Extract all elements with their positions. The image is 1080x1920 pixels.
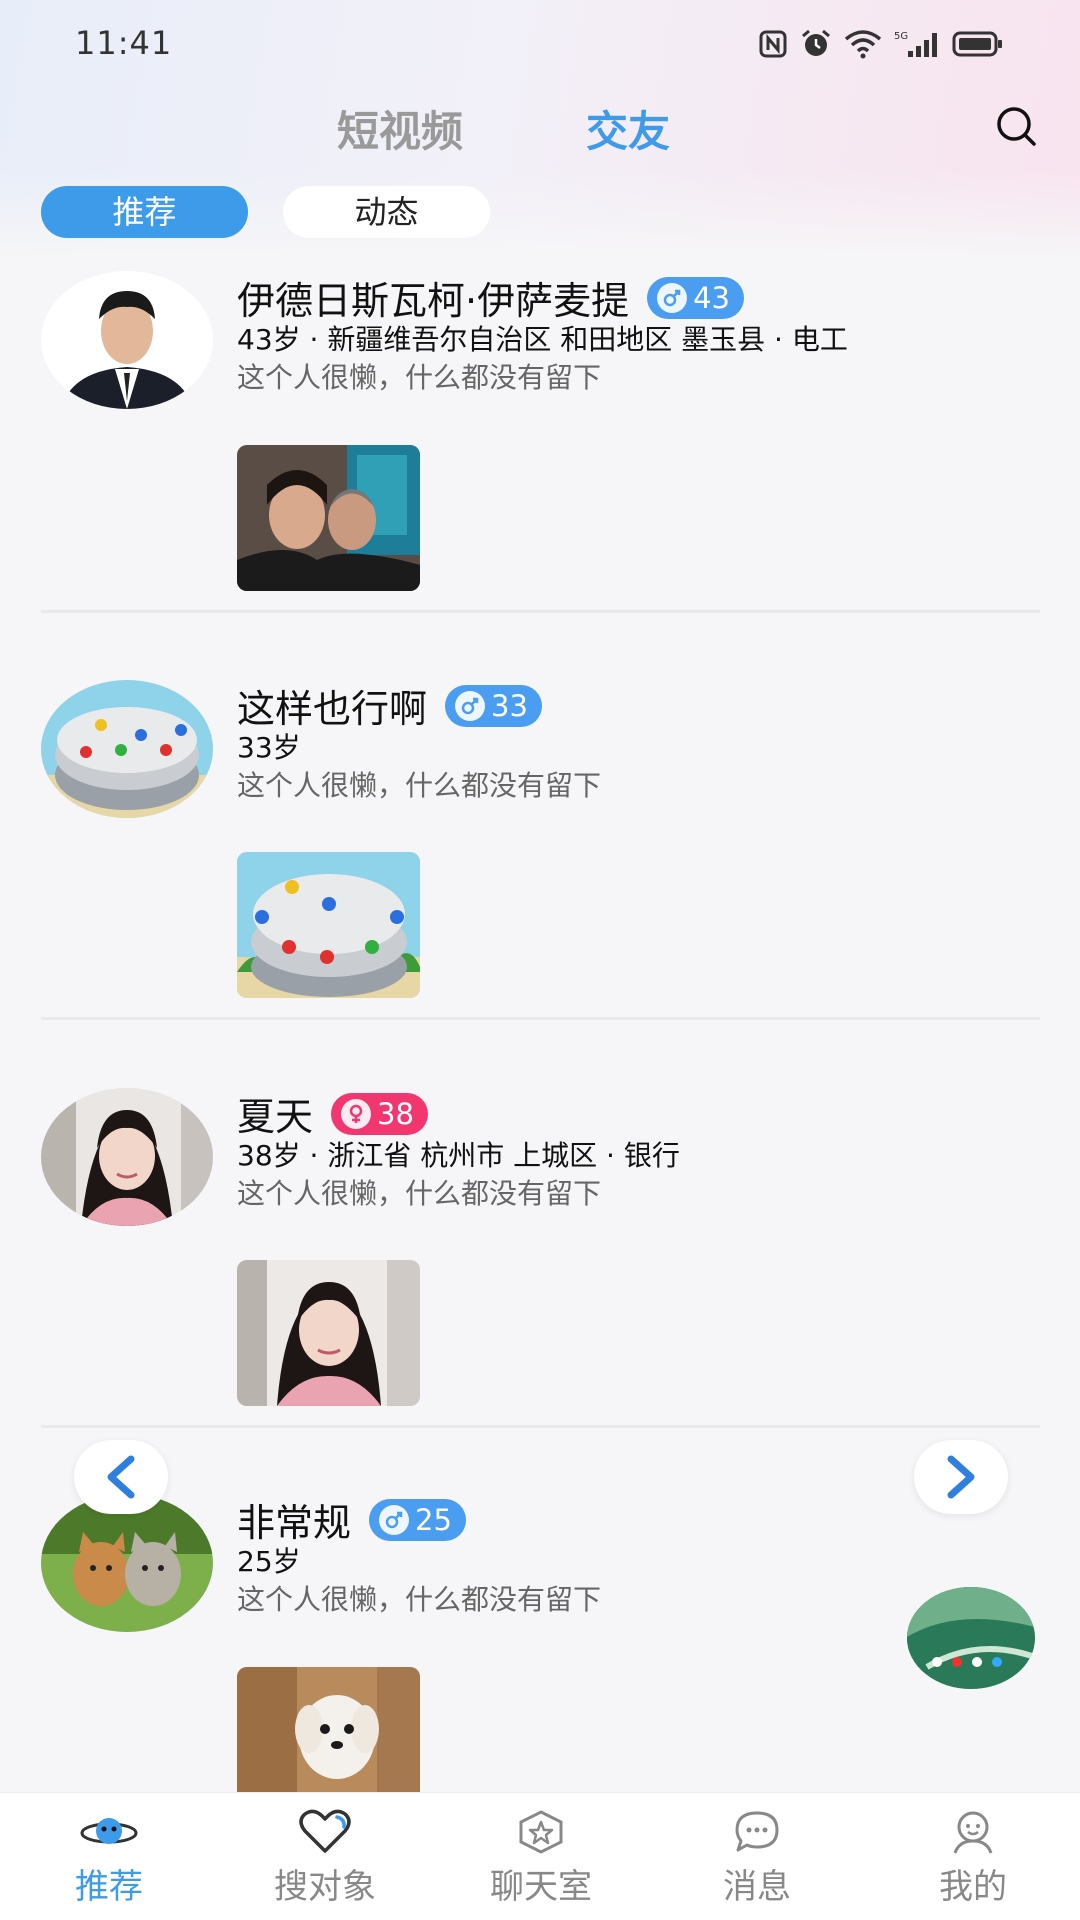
subtab-moments[interactable]: 动态 <box>283 186 490 238</box>
search-button[interactable] <box>992 102 1042 152</box>
nav-label: 我的 <box>939 1867 1007 1907</box>
nav-label: 消息 <box>723 1867 791 1907</box>
nav-search-partner[interactable]: 搜对象 <box>240 1793 410 1920</box>
heart-icon <box>299 1809 351 1853</box>
user-meta: 38岁 · 浙江省 杭州市 上城区 · 银行 <box>237 1139 680 1172</box>
gender-age-badge: 25 <box>369 1498 466 1541</box>
user-name: 伊德日斯瓦柯·伊萨麦提 <box>237 279 630 323</box>
gender-age-badge: 33 <box>445 684 542 727</box>
status-bar: 11:41 5G <box>0 0 1080 90</box>
star-badge-icon <box>519 1810 563 1854</box>
name-row: 非常规 25 <box>237 1492 466 1547</box>
nav-label: 推荐 <box>75 1867 143 1907</box>
user-name: 这样也行啊 <box>237 687 428 731</box>
nav-recommend[interactable]: 推荐 <box>24 1793 194 1920</box>
person-icon <box>953 1811 993 1854</box>
nav-chat-room[interactable]: 聊天室 <box>456 1793 626 1920</box>
bottom-navigation: 推荐 搜对象 聊天室 消息 我的 <box>0 1793 1080 1920</box>
planet-icon <box>80 1818 138 1844</box>
divider <box>41 610 1040 613</box>
divider <box>41 1017 1040 1020</box>
status-time: 11:41 <box>75 24 173 62</box>
user-bio: 这个人很懒，什么都没有留下 <box>237 1177 602 1210</box>
user-meta: 43岁 · 新疆维吾尔自治区 和田地区 墨玉县 · 电工 <box>237 323 848 356</box>
male-icon <box>657 282 688 313</box>
user-meta: 25岁 <box>237 1545 301 1578</box>
network-type-label: 5G <box>894 31 908 42</box>
name-row: 伊德日斯瓦柯·伊萨麦提 43 <box>237 270 744 325</box>
name-row: 这样也行啊 33 <box>237 678 542 733</box>
post-photo[interactable] <box>237 1667 420 1793</box>
nav-label: 聊天室 <box>490 1867 592 1907</box>
top-tab-bar: 短视频 交友 <box>0 90 1080 180</box>
nfc-icon <box>759 30 787 58</box>
chat-bubble-icon <box>735 1811 779 1852</box>
user-bio: 这个人很懒，什么都没有留下 <box>237 769 602 802</box>
subtab-recommend[interactable]: 推荐 <box>41 186 248 238</box>
name-row: 夏天 38 <box>237 1086 428 1141</box>
previous-arrow-button[interactable] <box>74 1440 168 1514</box>
nav-messages[interactable]: 消息 <box>672 1793 842 1920</box>
gender-age-badge: 38 <box>331 1092 428 1135</box>
tab-make-friends[interactable]: 交友 <box>586 98 670 159</box>
next-arrow-button[interactable] <box>914 1440 1008 1514</box>
avatar[interactable] <box>41 1494 213 1632</box>
battery-icon <box>952 31 1002 57</box>
post-photo[interactable] <box>237 445 420 591</box>
age-value: 25 <box>415 1502 452 1537</box>
user-meta: 33岁 <box>237 731 301 764</box>
chevron-left-icon <box>107 1455 135 1499</box>
user-name: 夏天 <box>237 1095 314 1139</box>
female-icon <box>341 1098 372 1129</box>
user-name: 非常规 <box>237 1501 352 1545</box>
floating-window-thumbnail[interactable] <box>907 1587 1035 1689</box>
avatar[interactable] <box>41 271 213 409</box>
avatar[interactable] <box>41 1088 213 1226</box>
divider <box>41 1425 1040 1428</box>
gender-age-badge: 43 <box>647 276 744 319</box>
cellular-signal-icon: 5G <box>894 31 937 57</box>
post-photo[interactable] <box>237 1260 420 1406</box>
wifi-icon <box>844 30 882 59</box>
avatar[interactable] <box>41 680 213 818</box>
nav-label: 搜对象 <box>274 1867 376 1907</box>
status-icons: 5G <box>758 28 1004 60</box>
search-icon <box>997 107 1036 146</box>
age-value: 38 <box>377 1096 414 1131</box>
age-value: 33 <box>491 688 528 723</box>
tab-short-video[interactable]: 短视频 <box>337 98 463 159</box>
nav-profile[interactable]: 我的 <box>888 1793 1058 1920</box>
alarm-icon <box>802 29 830 56</box>
male-icon <box>379 1504 410 1535</box>
chevron-right-icon <box>947 1455 975 1499</box>
age-value: 43 <box>693 280 730 315</box>
male-icon <box>455 690 486 721</box>
user-bio: 这个人很懒，什么都没有留下 <box>237 1583 602 1616</box>
user-bio: 这个人很懒，什么都没有留下 <box>237 361 602 394</box>
post-photo[interactable] <box>237 852 420 998</box>
